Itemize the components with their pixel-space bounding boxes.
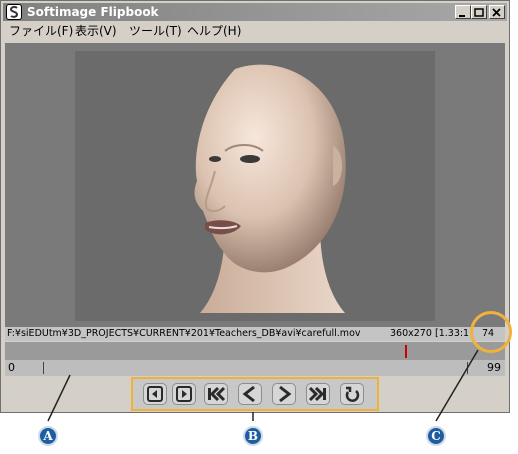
- loop-icon: [345, 386, 360, 402]
- play-forward-button[interactable]: [272, 383, 296, 405]
- first-frame-button[interactable]: [143, 383, 167, 405]
- close-button[interactable]: [489, 5, 505, 19]
- loop-button[interactable]: [340, 383, 364, 405]
- viewer-area: [5, 43, 505, 327]
- info-bar: F:¥siEDUtm¥3D_PROJECTS¥CURRENT¥201¥Teach…: [5, 327, 505, 341]
- last-frame-icon: [176, 386, 192, 402]
- app-icon[interactable]: [6, 4, 22, 20]
- minimize-button[interactable]: [455, 5, 471, 19]
- flipbook-window: Softimage Flipbook ファイル(F) 表示(V) ツール(T) …: [0, 0, 510, 413]
- callout-b: B: [243, 426, 263, 446]
- rewind-icon: [208, 386, 226, 402]
- menu-tools[interactable]: ツール(T): [129, 22, 182, 40]
- softimage-logo-icon: [9, 5, 19, 18]
- range-start-label: 0: [8, 361, 15, 374]
- menu-file[interactable]: ファイル(F): [9, 22, 73, 40]
- video-frame: [75, 51, 435, 321]
- close-icon: [492, 8, 501, 17]
- menu-view[interactable]: 表示(V): [75, 22, 117, 40]
- title-bar: Softimage Flipbook: [3, 3, 507, 21]
- maximize-button[interactable]: [471, 5, 487, 19]
- head-render: [194, 64, 346, 313]
- menu-help[interactable]: ヘルプ(H): [187, 22, 241, 40]
- frame-number-highlight: [470, 311, 512, 353]
- maximize-icon: [474, 8, 484, 17]
- range-end-handle[interactable]: [467, 362, 468, 374]
- callout-c: C: [426, 426, 446, 446]
- last-frame-button[interactable]: [172, 383, 196, 405]
- range-end-label: 99: [487, 361, 501, 374]
- fast-forward-icon: [308, 386, 326, 402]
- resolution-text: 360x270: [390, 328, 432, 339]
- playback-progress-bar[interactable]: [5, 342, 505, 360]
- minimize-icon: [459, 15, 465, 17]
- callout-a: A: [38, 426, 58, 446]
- play-backward-button[interactable]: [238, 383, 262, 405]
- file-path: F:¥siEDUtm¥3D_PROJECTS¥CURRENT¥201¥Teach…: [7, 328, 361, 339]
- range-start-handle[interactable]: [43, 362, 44, 374]
- play-forward-icon: [279, 385, 292, 403]
- frame-range-slider[interactable]: 0 99: [5, 360, 505, 376]
- playback-controls: [131, 377, 379, 411]
- playhead-marker[interactable]: [405, 345, 407, 358]
- rewind-button[interactable]: [204, 383, 228, 405]
- window-title: Softimage Flipbook: [27, 5, 159, 19]
- first-frame-icon: [147, 386, 163, 402]
- aspect-ratio-text: [1.33:1: [435, 328, 470, 339]
- menu-bar: ファイル(F) 表示(V) ツール(T) ヘルプ(H): [3, 22, 507, 40]
- fast-forward-button[interactable]: [306, 383, 330, 405]
- play-backward-icon: [242, 385, 255, 403]
